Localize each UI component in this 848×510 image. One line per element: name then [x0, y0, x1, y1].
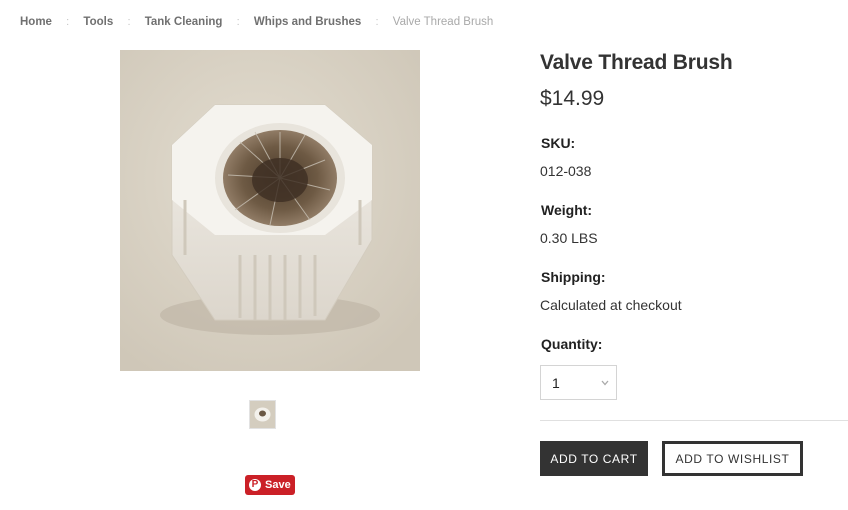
breadcrumb-whips-and-brushes[interactable]: Whips and Brushes: [254, 16, 361, 28]
sku-value: 012-038: [540, 163, 592, 179]
sku-label: SKU:: [541, 135, 576, 151]
product-title: Valve Thread Brush: [540, 51, 733, 74]
thumbnail-photo: [250, 401, 275, 428]
divider: [540, 420, 848, 421]
breadcrumb-separator: :: [236, 16, 240, 28]
product-thumbnail[interactable]: [249, 400, 276, 429]
weight-value: 0.30 LBS: [540, 230, 598, 246]
shipping-label: Shipping:: [541, 269, 606, 285]
quantity-label: Quantity:: [541, 336, 603, 352]
product-price: $14.99: [540, 87, 605, 110]
add-to-cart-button[interactable]: ADD TO CART: [540, 441, 648, 476]
breadcrumb-tank-cleaning[interactable]: Tank Cleaning: [145, 16, 223, 28]
breadcrumb-separator: :: [66, 16, 70, 28]
add-to-wishlist-button[interactable]: ADD TO WISHLIST: [662, 441, 803, 476]
breadcrumb-separator: :: [127, 16, 131, 28]
pinterest-save-button[interactable]: P Save: [245, 475, 295, 495]
breadcrumb-separator: :: [375, 16, 379, 28]
breadcrumb-home[interactable]: Home: [20, 16, 52, 28]
quantity-select[interactable]: 1: [540, 365, 617, 400]
weight-label: Weight:: [541, 202, 593, 218]
breadcrumb-tools[interactable]: Tools: [83, 16, 113, 28]
pinterest-save-label: Save: [265, 479, 291, 491]
quantity-value: 1: [552, 375, 560, 391]
breadcrumb: Home : Tools : Tank Cleaning : Whips and…: [20, 16, 493, 28]
shipping-value: Calculated at checkout: [540, 297, 682, 313]
product-photo: [120, 50, 420, 371]
chevron-down-icon: [601, 380, 609, 386]
breadcrumb-current: Valve Thread Brush: [392, 16, 494, 28]
product-main-image[interactable]: [120, 50, 420, 371]
pinterest-icon: P: [249, 479, 261, 491]
